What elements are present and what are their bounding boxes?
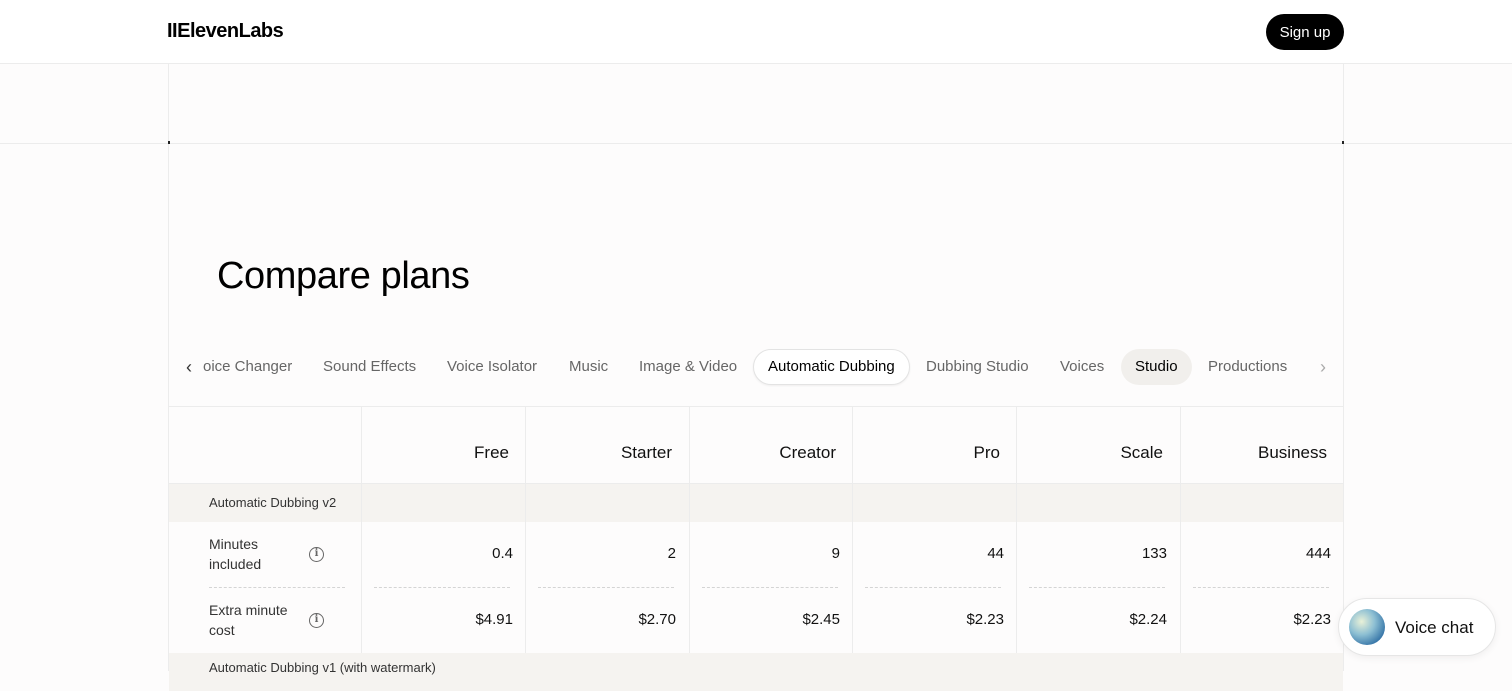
sign-up-button[interactable]: Sign up [1266,14,1344,50]
chevron-right-icon[interactable]: › [1311,355,1335,379]
tab-automatic-dubbing[interactable]: Automatic Dubbing [753,349,910,385]
column-separator [852,407,853,672]
table-cell: 2 [667,545,676,562]
tab-music[interactable]: Music [555,349,622,385]
column-separator [1016,407,1017,672]
section-divider [0,143,1512,144]
table-cell: $2.23 [1293,611,1331,628]
tab-voice-isolator[interactable]: Voice Isolator [433,349,551,385]
row-divider [865,587,1001,588]
column-separator [689,407,690,672]
table-cell: $4.91 [475,611,513,628]
elevenlabs-logo[interactable]: IIElevenLabs [167,20,284,43]
guide-line-right [1343,64,1344,671]
info-icon[interactable]: i [309,613,324,628]
table-cell: 44 [987,545,1004,562]
plan-header-starter: Starter [620,443,672,462]
column-separator [361,407,362,672]
tab-dubbing-studio[interactable]: Dubbing Studio [912,349,1043,385]
tab-image-video[interactable]: Image & Video [625,349,751,385]
table-cell: 0.4 [492,545,513,562]
table-cell: 9 [831,545,840,562]
top-header: IIElevenLabs Sign up [0,0,1512,64]
table-cell: $2.70 [638,611,676,628]
tab-studio[interactable]: Studio [1121,349,1192,385]
row-divider [1029,587,1165,588]
tab-productions[interactable]: Productions [1194,349,1301,385]
table-header: Free Starter Creator Pro Scale Business [169,407,1343,484]
comparison-table: Free Starter Creator Pro Scale Business … [169,406,1343,691]
tab-sound-effects[interactable]: Sound Effects [309,349,430,385]
table-cell: $2.24 [1129,611,1167,628]
table-cell: $2.23 [966,611,1004,628]
row-label-minutes-included: Minutes included [209,536,262,572]
tab-voices[interactable]: Voices [1046,349,1118,385]
section-header-dubbing-v1: Automatic Dubbing v1 (with watermark) [169,653,1343,691]
row-divider [374,587,510,588]
row-divider [702,587,838,588]
table-cell: 133 [1141,545,1167,562]
plan-category-tabs: ‹ oice Changer Sound Effects Voice Isola… [169,347,1343,387]
voice-orb-icon [1349,609,1385,645]
corner-mark-left [168,141,170,144]
plan-header-business: Business [1258,443,1327,462]
table-cell: 444 [1305,545,1331,562]
column-separator [1180,407,1181,672]
row-divider [209,587,345,588]
voice-chat-label: Voice chat [1395,618,1474,637]
plan-header-free: Free [474,443,509,462]
plan-header-pro: Pro [973,443,1000,462]
info-icon[interactable]: i [309,547,324,562]
plan-header-scale: Scale [1120,443,1163,462]
voice-chat-button[interactable]: Voice chat [1338,598,1496,656]
table-cell: $2.45 [802,611,840,628]
row-divider [538,587,674,588]
page-title: Compare plans [217,255,470,297]
column-separator [525,407,526,672]
section-header-dubbing-v2: Automatic Dubbing v2 [169,484,1343,522]
plan-header-creator: Creator [779,443,836,462]
row-label-extra-minute-cost: Extra minute cost [209,602,288,638]
corner-mark-right [1342,141,1344,144]
tab-voice-changer[interactable]: oice Changer [189,349,306,385]
row-divider [1193,587,1329,588]
